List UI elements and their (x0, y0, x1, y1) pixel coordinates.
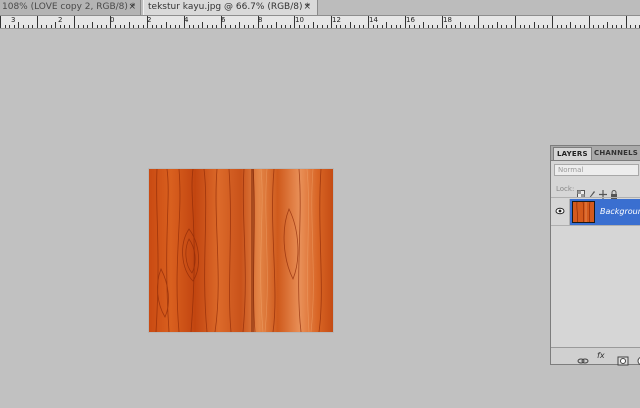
ruler-ticks (0, 16, 640, 28)
layers-panel: LAYERS CHANNELS Normal Lock: Backgrou fx (550, 145, 640, 366)
ruler-label: 10 (295, 16, 304, 24)
tab-channels[interactable]: CHANNELS (591, 147, 640, 160)
layer-name: Background (600, 207, 640, 216)
lock-icons (577, 184, 618, 199)
lock-all-icon[interactable] (610, 184, 618, 199)
layer-row-background[interactable]: Background (551, 199, 640, 225)
wood-grain-graphic (149, 168, 333, 333)
tab-love-copy[interactable]: 108% (LOVE copy 2, RGB/8) * × (0, 0, 141, 15)
horizontal-ruler[interactable]: 3 2 0 2 4 6 8 10 12 14 16 18 (0, 16, 640, 29)
ruler-label: 4 (184, 16, 189, 24)
tab-label: tekstur kayu.jpg @ 66.7% (RGB/8) * (148, 2, 310, 12)
wood-texture-image[interactable] (149, 168, 333, 333)
divider (551, 225, 640, 226)
mask-icon[interactable] (617, 351, 629, 366)
close-tab-button[interactable]: × (128, 0, 136, 15)
lock-move-icon[interactable] (599, 184, 607, 199)
divider (551, 197, 640, 198)
ruler-label: 18 (443, 16, 452, 24)
tab-tekstur-kayu[interactable]: tekstur kayu.jpg @ 66.7% (RGB/8) * × (143, 0, 318, 15)
ruler-label: 16 (406, 16, 415, 24)
ruler-label: 0 (110, 16, 115, 24)
ruler-label: 2 (147, 16, 152, 24)
panel-tab-bar: LAYERS CHANNELS (551, 146, 640, 161)
panel-footer: fx (551, 347, 640, 366)
ruler-label: 2 (58, 16, 63, 24)
lock-transparent-icon[interactable] (577, 184, 585, 198)
ruler-label: 8 (258, 16, 263, 24)
tab-label: 108% (LOVE copy 2, RGB/8) * (2, 2, 136, 12)
lock-label: Lock: (556, 185, 575, 193)
ruler-label: 6 (221, 16, 226, 24)
ruler-label: 14 (369, 16, 378, 24)
ruler-label: 12 (332, 16, 341, 24)
close-tab-button[interactable]: × (303, 0, 311, 15)
tab-layers[interactable]: LAYERS (553, 147, 592, 160)
visibility-toggle[interactable] (551, 199, 570, 225)
blend-mode-dropdown[interactable]: Normal (554, 164, 639, 176)
layer-thumbnail (572, 201, 595, 223)
link-icon[interactable] (577, 351, 589, 364)
document-tab-bar: 108% (LOVE copy 2, RGB/8) * × tekstur ka… (0, 0, 640, 16)
lock-brush-icon[interactable] (588, 184, 596, 198)
eye-icon (555, 207, 565, 215)
ruler-label: 3 (11, 16, 16, 24)
fx-icon[interactable]: fx (597, 351, 609, 361)
